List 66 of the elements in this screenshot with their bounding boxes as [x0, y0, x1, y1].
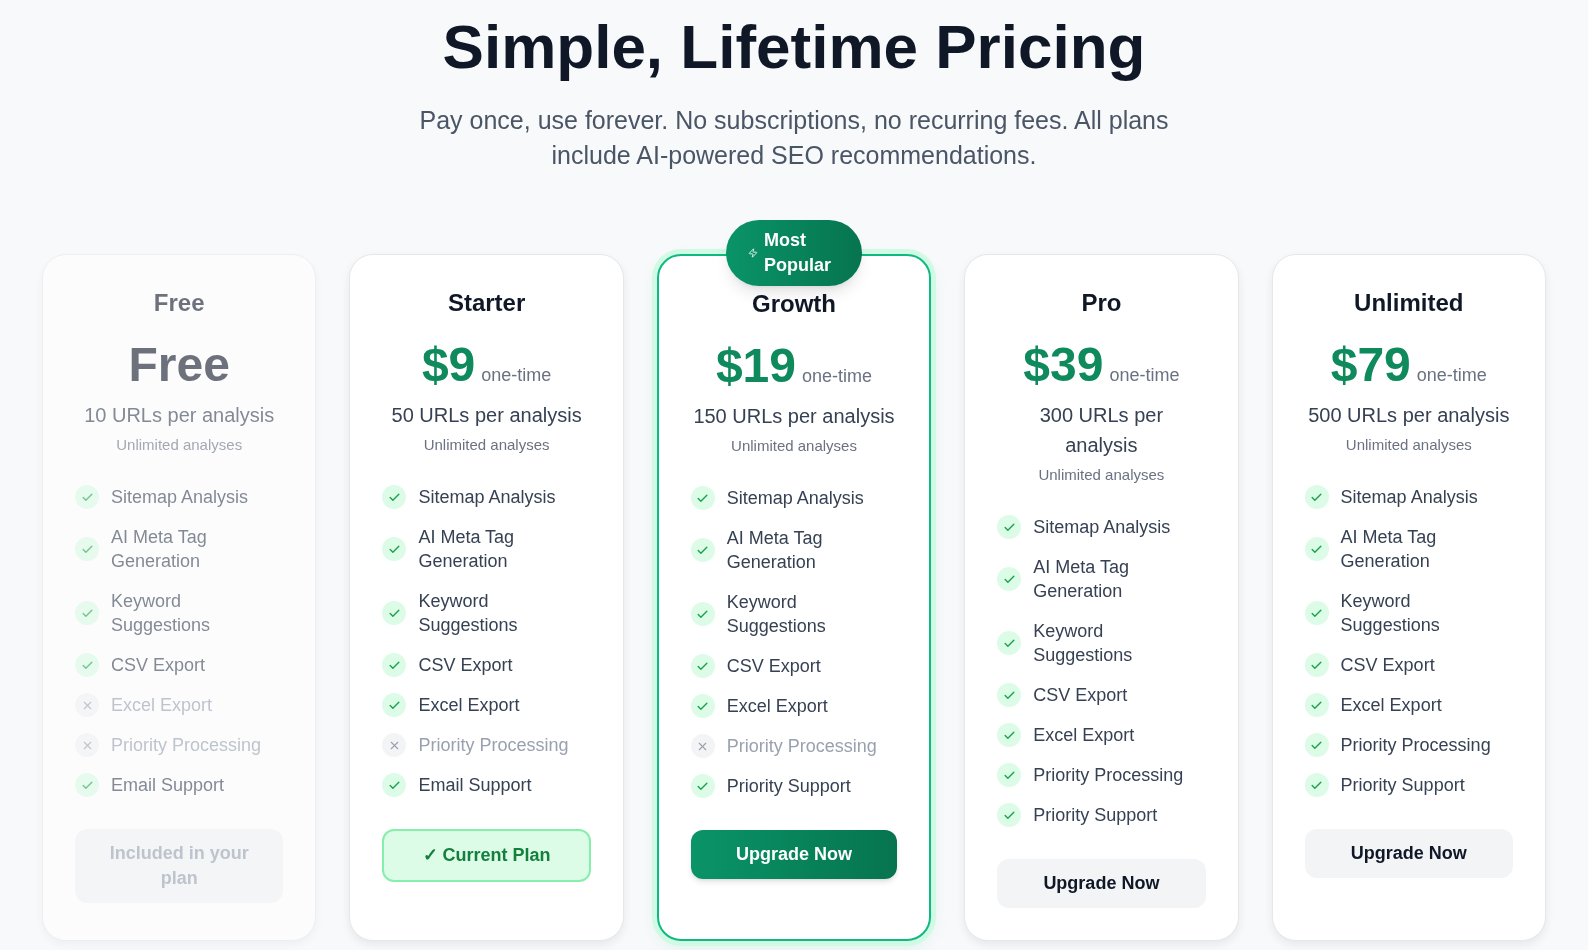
feature-label: Keyword Suggestions	[111, 590, 212, 637]
plan-name: Unlimited	[1354, 288, 1464, 318]
upgrade-button[interactable]: Upgrade Now	[690, 830, 898, 879]
feature-label: AI Meta Tag Generation	[726, 527, 824, 574]
feature-label: Email Support	[418, 774, 532, 797]
feature-label: Keyword Suggestions	[1033, 620, 1134, 667]
feature-label: AI Meta Tag Generation	[111, 526, 208, 573]
feature-label: CSV Export	[726, 655, 821, 678]
feature-label: AI Meta Tag Generation	[1033, 556, 1130, 603]
feature-label: Sitemap Analysis	[418, 486, 556, 509]
feature-label: Priority Processing	[418, 734, 569, 757]
feature-label: Keyword Suggestions	[418, 590, 519, 637]
url-limit: 500 URLs per analysis	[1308, 403, 1510, 428]
price-period: one-time	[1109, 364, 1180, 387]
analyses-note: Unlimited analyses	[1038, 465, 1165, 485]
feature-label: Excel Export	[418, 694, 520, 717]
plan-name: Starter	[447, 288, 526, 318]
url-limit: 150 URLs per analysis	[693, 404, 895, 429]
feature-label: Priority Support	[1340, 774, 1465, 797]
feature-label: Sitemap Analysis	[726, 487, 864, 510]
price-period: one-time	[802, 365, 873, 388]
analyses-note: Unlimited analyses	[1345, 435, 1472, 455]
plan-price: $39	[1023, 341, 1104, 389]
feature-label: Priority Processing	[111, 734, 262, 757]
feature-label: CSV Export	[111, 654, 206, 677]
analyses-note: Unlimited analyses	[423, 435, 550, 455]
plan-name: Free	[153, 288, 205, 318]
feature-label: Excel Export	[111, 694, 213, 717]
feature-label: Email Support	[111, 774, 225, 797]
upgrade-button[interactable]: Upgrade Now	[1304, 829, 1513, 878]
price-period: one-time	[1416, 364, 1487, 387]
page-subtitle: Pay once, use forever. No subscriptions, no recurring fees. All plans include AI-powered SEO recommendations.	[418, 105, 1170, 171]
plan-price: $9	[421, 341, 476, 389]
url-limit: 50 URLs per analysis	[391, 403, 582, 428]
feature-label: Keyword Suggestions	[1340, 590, 1441, 637]
feature-label: Sitemap Analysis	[111, 486, 249, 509]
plan-price: $19	[715, 342, 796, 390]
plan-price: Free	[128, 341, 230, 389]
upgrade-button[interactable]: Upgrade Now	[997, 859, 1206, 908]
plan-name: Pro	[1081, 288, 1122, 318]
feature-label: Priority Support	[1033, 804, 1158, 827]
url-limit: 10 URLs per analysis	[84, 403, 275, 428]
feature-label: AI Meta Tag Generation	[418, 526, 516, 573]
feature-label: Priority Processing	[726, 735, 877, 758]
feature-label: Excel Export	[1340, 694, 1442, 717]
feature-label: CSV Export	[1033, 684, 1128, 707]
feature-label: Priority Processing	[1033, 764, 1184, 787]
feature-label: Keyword Suggestions	[726, 591, 827, 638]
popular-label: Most Popular	[764, 229, 832, 277]
feature-label: CSV Export	[1340, 654, 1435, 677]
feature-label: CSV Export	[418, 654, 513, 677]
price-period: one-time	[481, 364, 552, 387]
plan-price: $79	[1330, 341, 1411, 389]
url-limit: 300 URLs per analysis	[1038, 403, 1165, 458]
feature-label: Excel Export	[1033, 724, 1135, 747]
feature-label: Priority Processing	[1340, 734, 1491, 757]
feature-label: Priority Support	[726, 775, 851, 798]
feature-label: AI Meta Tag Generation	[1340, 526, 1438, 573]
feature-label: Sitemap Analysis	[1033, 516, 1171, 539]
current-plan-button[interactable]: ✓ Current Plan	[382, 829, 591, 882]
feature-label: Excel Export	[726, 695, 828, 718]
lightning-icon	[748, 248, 758, 258]
feature-label: Sitemap Analysis	[1340, 486, 1478, 509]
analyses-note: Unlimited analyses	[116, 435, 243, 455]
plan-name: Growth	[752, 289, 836, 319]
analyses-note: Unlimited analyses	[731, 436, 857, 456]
